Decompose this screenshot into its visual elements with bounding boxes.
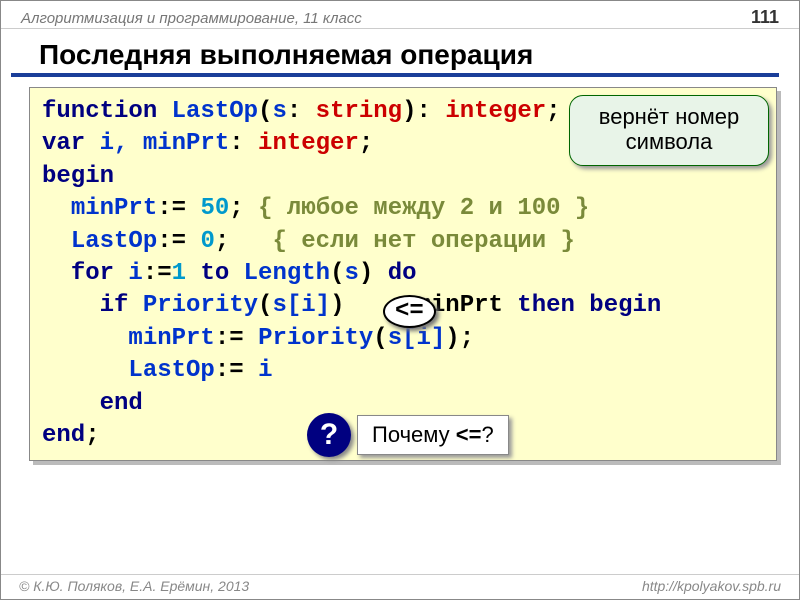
slide-footer: © К.Ю. Поляков, Е.А. Ерёмин, 2013 http:/… [1, 574, 799, 599]
code-line-11: end; [42, 422, 100, 449]
page-number: 111 [751, 7, 779, 28]
footer-authors: © К.Ю. Поляков, Е.А. Ерёмин, 2013 [19, 578, 249, 594]
question-box: Почему <=? [357, 415, 509, 455]
slide-header: Алгоритмизация и программирование, 11 кл… [1, 1, 799, 29]
code-line-9: LastOp:= i [42, 357, 272, 384]
course-name: Алгоритмизация и программирование, 11 кл… [21, 10, 362, 27]
question-row: ? Почему <=? [307, 413, 509, 457]
code-line-1: function LastOp(s: string): integer; [42, 98, 561, 125]
code-line-4: minPrt:= 50; { любое между 2 и 100 } [42, 195, 589, 222]
code-line-6: for i:=1 to Length(s) do [42, 260, 417, 287]
code-line-3: begin [42, 163, 114, 190]
code-line-7: if Priority(s[i]) minPrt then begin [42, 292, 661, 319]
slide: Алгоритмизация и программирование, 11 кл… [0, 0, 800, 600]
question-operator: <= [456, 422, 482, 447]
code-line-5: LastOp:= 0; { если нет операции } [42, 228, 575, 255]
footer-url: http://kpolyakov.spb.ru [642, 578, 781, 594]
code-line-10: end [42, 390, 143, 417]
operator-highlight: <= [383, 295, 436, 328]
code-line-8: minPrt:= Priority(s[i]); [42, 325, 474, 352]
question-mark-icon: ? [307, 413, 351, 457]
code-line-2: var i, minPrt: integer; [42, 130, 373, 157]
callout-return-note: вернёт номер символа [569, 95, 769, 166]
slide-title: Последняя выполняемая операция [11, 29, 779, 77]
question-text-pre: Почему [372, 422, 456, 447]
question-text-post: ? [481, 422, 493, 447]
